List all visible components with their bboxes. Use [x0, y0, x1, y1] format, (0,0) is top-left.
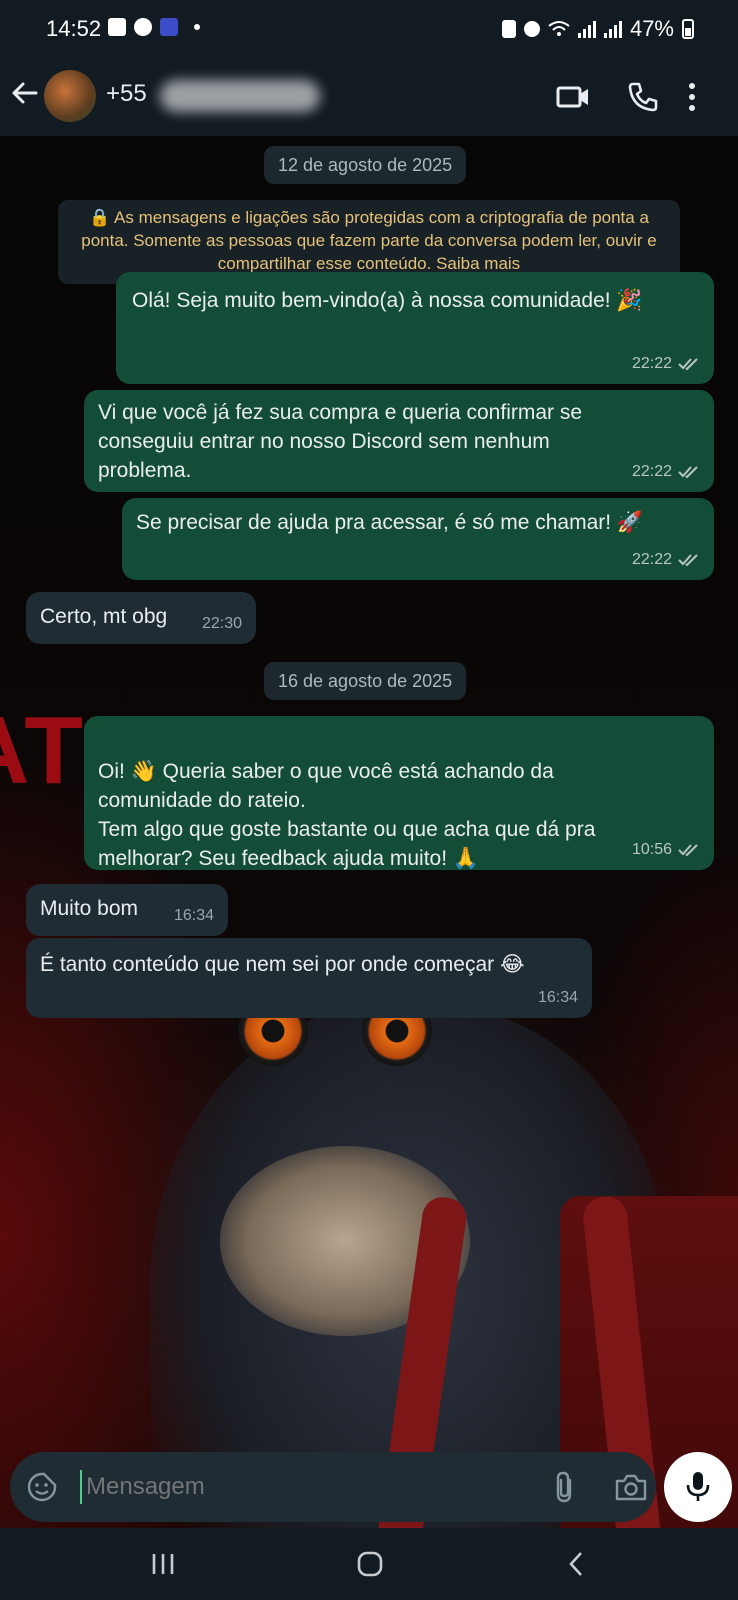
- message-text: Muito bom: [40, 897, 139, 920]
- message-bubble-outgoing[interactable]: Vi que você já fez sua compra e queria c…: [84, 390, 714, 492]
- message-bubble-outgoing[interactable]: Se precisar de ajuda pra acessar, é só m…: [122, 498, 714, 580]
- text-cursor: [80, 1470, 82, 1504]
- status-bar: 14:52 47%: [0, 0, 738, 58]
- message-bubble-incoming[interactable]: Muito bom 16:34: [26, 884, 228, 936]
- message-time: 22:22: [631, 551, 672, 568]
- message-bubble-outgoing[interactable]: Olá! Seja muito bem-vindo(a) à nossa com…: [116, 272, 714, 384]
- voice-call-icon: [628, 82, 658, 112]
- voice-message-button[interactable]: [664, 1452, 732, 1522]
- message-input[interactable]: [84, 1472, 528, 1502]
- message-bubble-incoming[interactable]: É tanto conteúdo que nem sei por onde co…: [26, 938, 592, 1018]
- battery-saver-icon: [501, 20, 516, 38]
- message-text: É tanto conteúdo que nem sei por onde co…: [40, 953, 525, 976]
- status-time: 14:52: [46, 16, 102, 41]
- system-navigation-bar: [0, 1528, 738, 1600]
- more-notifications-icon: [194, 24, 200, 30]
- message-meta: 22:30: [202, 609, 242, 638]
- attach-icon[interactable]: [550, 1470, 580, 1504]
- back-arrow-icon: [12, 82, 38, 104]
- message-time: 22:30: [201, 615, 242, 632]
- message-meta: 16:34: [538, 983, 578, 1012]
- message-bubble-outgoing[interactable]: Oi! 👋 Queria saber o que você está achan…: [84, 716, 714, 870]
- home-icon[interactable]: [356, 1550, 384, 1578]
- date-separator: 12 de agosto de 2025: [264, 146, 467, 184]
- date-separator: 16 de agosto de 2025: [264, 662, 467, 700]
- read-ticks-icon: [678, 553, 698, 566]
- message-time: 22:22: [631, 463, 672, 480]
- read-ticks-icon: [678, 843, 698, 856]
- avatar[interactable]: [44, 70, 96, 122]
- message-text: Olá! Seja muito bem-vindo(a) à nossa com…: [132, 289, 643, 312]
- signal-icon: [603, 20, 622, 38]
- more-options-icon: [689, 83, 695, 111]
- message-meta: 22:22: [632, 457, 700, 486]
- message-text: Oi! 👋 Queria saber o que você está achan…: [98, 760, 596, 870]
- message-time: 16:34: [537, 989, 578, 1006]
- back-nav-icon[interactable]: [566, 1550, 586, 1578]
- microphone-icon: [686, 1472, 710, 1501]
- more-options-button[interactable]: [686, 80, 720, 114]
- chat-bubble-icon: [134, 18, 152, 36]
- message-time: 16:34: [173, 907, 214, 924]
- message-bubble-incoming[interactable]: Certo, mt obg 22:30: [26, 592, 256, 644]
- message-time: 22:22: [631, 355, 672, 372]
- message-text: Se precisar de ajuda pra acessar, é só m…: [136, 511, 644, 534]
- back-button[interactable]: [10, 78, 44, 112]
- sticker-emoji-icon[interactable]: [26, 1471, 58, 1503]
- redacted-phone-number: [160, 80, 320, 112]
- read-ticks-icon: [678, 465, 698, 478]
- recent-apps-icon[interactable]: [150, 1550, 176, 1578]
- app-notification-icon: [160, 18, 178, 36]
- message-meta: 10:56: [632, 835, 700, 864]
- battery-icon: [682, 19, 694, 39]
- gallery-icon: [108, 18, 126, 36]
- video-call-button[interactable]: [556, 80, 590, 114]
- read-ticks-icon: [678, 357, 698, 370]
- signal-icon: [577, 20, 596, 38]
- message-time: 10:56: [631, 841, 672, 858]
- video-call-icon: [556, 86, 588, 108]
- message-text: Certo, mt obg: [40, 605, 168, 628]
- message-meta: 16:34: [174, 901, 214, 930]
- chat-header: +55: [0, 58, 738, 136]
- camera-icon[interactable]: [614, 1472, 648, 1502]
- message-meta: 22:22: [632, 545, 700, 574]
- message-text: Vi que você já fez sua compra e queria c…: [98, 401, 583, 482]
- message-composer[interactable]: [10, 1452, 656, 1522]
- system-icons: 47%: [501, 16, 694, 42]
- alarm-icon: [523, 21, 540, 37]
- voice-call-button[interactable]: [626, 80, 660, 114]
- notification-icons: [108, 18, 200, 36]
- message-meta: 22:22: [632, 349, 700, 378]
- battery-level: 47%: [629, 16, 674, 41]
- wifi-icon: [548, 21, 570, 36]
- contact-name[interactable]: +55: [106, 80, 147, 108]
